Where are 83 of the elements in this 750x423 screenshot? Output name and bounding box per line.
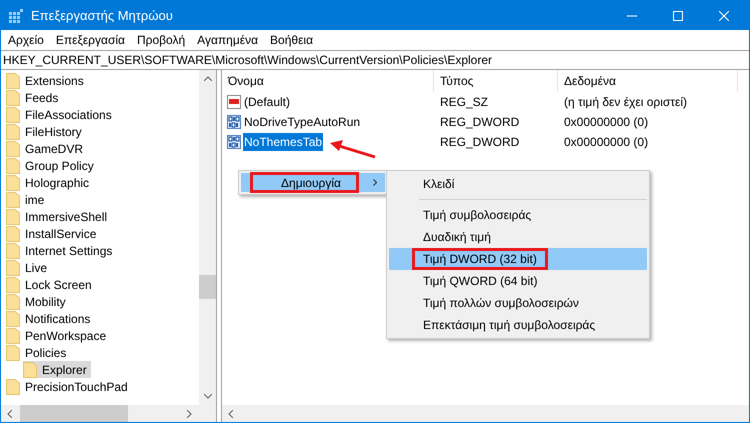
value-name[interactable]: NoDriveTypeAutoRun bbox=[243, 113, 362, 131]
tree-item[interactable]: Extensions bbox=[6, 72, 88, 89]
tree-item[interactable]: PenWorkspace bbox=[6, 327, 110, 344]
table-cell-text: REG_DWORD bbox=[439, 114, 520, 131]
scroll-thumb[interactable] bbox=[20, 405, 128, 422]
folder-icon bbox=[6, 90, 20, 106]
table-cell-text: (η τιμή δεν έχει οριστεί) bbox=[563, 94, 688, 111]
folder-icon bbox=[6, 158, 20, 174]
binary-value-icon bbox=[227, 115, 241, 129]
value-name[interactable]: (Default) bbox=[243, 93, 292, 111]
scroll-left-icon[interactable] bbox=[228, 410, 233, 418]
close-icon[interactable] bbox=[719, 10, 729, 20]
folder-icon bbox=[6, 260, 20, 276]
menu-item[interactable]: Αρχείο bbox=[3, 31, 49, 49]
scroll-up-icon[interactable] bbox=[204, 76, 212, 81]
vertical-scrollbar[interactable] bbox=[199, 70, 216, 405]
folder-icon bbox=[6, 294, 20, 310]
address-bar[interactable]: HKEY_CURRENT_USER\SOFTWARE\Microsoft\Windows\CurrentVersion\Policies\Explorer bbox=[1, 50, 749, 70]
menu-item[interactable]: Δυαδική τιμή bbox=[389, 226, 647, 248]
tree-item[interactable]: Internet Settings bbox=[6, 242, 116, 259]
tree-item[interactable]: Live bbox=[6, 259, 52, 276]
tree-item[interactable]: Notifications bbox=[6, 310, 94, 327]
folder-icon bbox=[6, 328, 20, 344]
menu-item[interactable]: Δημιουργία bbox=[241, 173, 385, 192]
window-title: Επεξεργαστής Μητρώου bbox=[31, 6, 173, 25]
menu-item[interactable]: Τιμή συμβολοσειράς bbox=[389, 204, 647, 226]
column-header[interactable]: Τύπος bbox=[434, 70, 558, 92]
tree-item[interactable]: PrecisionTouchPad bbox=[6, 378, 132, 395]
scroll-thumb[interactable] bbox=[199, 275, 216, 299]
menu-item[interactable]: Επεξεργασία bbox=[50, 31, 130, 49]
maximize-icon[interactable] bbox=[673, 10, 683, 20]
folder-icon bbox=[6, 208, 20, 224]
menu-item[interactable]: Επεκτάσιμη τιμή συμβολοσειράς bbox=[389, 314, 647, 336]
scroll-right-icon[interactable] bbox=[187, 410, 192, 418]
tree-item[interactable]: Explorer bbox=[23, 361, 91, 378]
tree-item[interactable]: GameDVR bbox=[6, 140, 88, 157]
column-header[interactable]: Δεδομένα bbox=[558, 70, 738, 92]
folder-icon bbox=[6, 106, 20, 122]
menu-item[interactable]: Κλειδί bbox=[389, 173, 647, 195]
folder-icon bbox=[6, 226, 20, 242]
scroll-down-icon[interactable] bbox=[204, 394, 212, 399]
address-text: HKEY_CURRENT_USER\SOFTWARE\Microsoft\Windows\CurrentVersion\Policies\Explorer bbox=[2, 52, 492, 69]
folder-icon bbox=[6, 242, 20, 258]
menu-item[interactable]: Τιμή πολλών συμβολοσειρών bbox=[389, 292, 647, 314]
folder-icon bbox=[6, 378, 20, 394]
column-header[interactable]: Όνομα bbox=[222, 70, 434, 92]
tree-item[interactable]: Mobility bbox=[6, 293, 70, 310]
tree-item[interactable]: Policies bbox=[6, 344, 70, 361]
table-cell-text: 0x00000000 (0) bbox=[563, 134, 650, 151]
tree-item[interactable]: Lock Screen bbox=[6, 276, 96, 293]
folder-icon bbox=[6, 72, 20, 88]
folder-icon bbox=[6, 276, 20, 292]
menu-item[interactable]: Βοήθεια bbox=[265, 31, 318, 49]
value-name[interactable]: NoThemesTab bbox=[243, 133, 324, 151]
binary-value-icon bbox=[227, 135, 241, 149]
tree-item[interactable]: InstallService bbox=[6, 225, 100, 242]
annotation-arrow bbox=[330, 139, 376, 159]
tree-item[interactable]: Holographic bbox=[6, 174, 94, 191]
menu-item[interactable]: Τιμή QWORD (64 bit) bbox=[389, 270, 647, 292]
scroll-left-icon[interactable] bbox=[7, 410, 12, 418]
tree-item[interactable]: FileAssociations bbox=[6, 106, 116, 123]
string-value-icon bbox=[227, 95, 241, 109]
folder-icon bbox=[6, 310, 20, 326]
menu-item[interactable]: Τιμή DWORD (32 bit) bbox=[389, 248, 647, 270]
tree-item[interactable]: ime bbox=[6, 191, 48, 208]
folder-icon bbox=[6, 140, 20, 156]
horizontal-scrollbar[interactable] bbox=[222, 405, 749, 422]
menu-item[interactable]: Προβολή bbox=[132, 31, 190, 49]
table-cell-text: REG_SZ bbox=[439, 94, 490, 111]
table-cell-text: REG_DWORD bbox=[439, 134, 520, 151]
menu-item[interactable]: Αγαπημένα bbox=[192, 31, 264, 49]
folder-icon bbox=[23, 362, 37, 378]
tree-item[interactable]: Group Policy bbox=[6, 157, 98, 174]
tree-item[interactable]: FileHistory bbox=[6, 123, 86, 140]
tree-item[interactable]: ImmersiveShell bbox=[6, 208, 112, 225]
folder-icon bbox=[6, 344, 20, 360]
registry-icon bbox=[9, 8, 23, 22]
table-cell-text: 0x00000000 (0) bbox=[563, 114, 650, 131]
folder-icon bbox=[6, 192, 20, 208]
folder-icon bbox=[6, 124, 20, 140]
folder-icon bbox=[6, 174, 20, 190]
tree-item[interactable]: Feeds bbox=[6, 89, 62, 106]
horizontal-scrollbar[interactable] bbox=[1, 405, 216, 422]
